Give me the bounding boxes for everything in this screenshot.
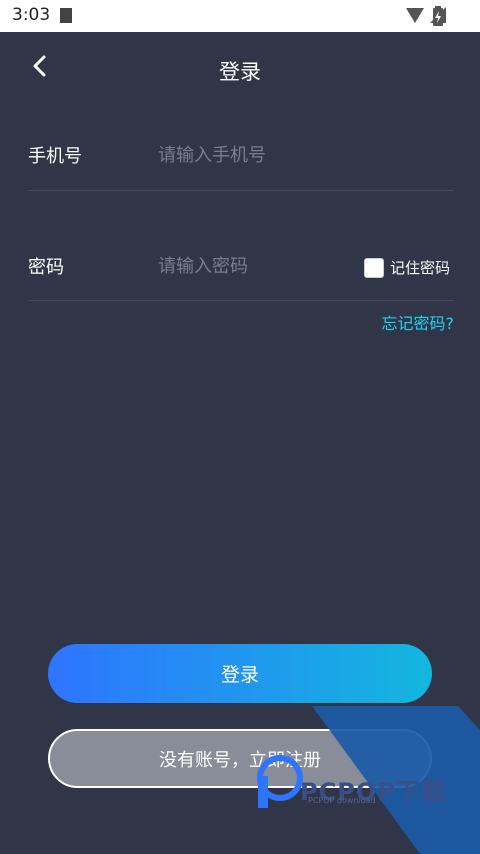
wifi-icon bbox=[406, 7, 424, 23]
remember-checkbox[interactable] bbox=[364, 257, 384, 278]
forgot-password-link[interactable]: 忘记密码? bbox=[382, 310, 455, 334]
register-button-label: 没有账号，立即注册 bbox=[159, 749, 321, 771]
login-button-label: 登录 bbox=[220, 664, 259, 686]
watermark-subtext: PCPOP download bbox=[308, 796, 376, 805]
phone-input[interactable] bbox=[158, 140, 358, 170]
password-label: 密码 bbox=[28, 257, 64, 278]
password-divider bbox=[28, 300, 454, 301]
phone-divider bbox=[28, 190, 454, 191]
status-time: 3:03 bbox=[12, 5, 51, 25]
phone-label: 手机号 bbox=[28, 146, 82, 167]
watermark-overlay bbox=[257, 706, 480, 854]
login-button[interactable]: 登录 bbox=[48, 644, 432, 703]
remember-label: 记住密码 bbox=[390, 259, 451, 277]
password-input[interactable] bbox=[158, 251, 348, 281]
page-title: 登录 bbox=[219, 60, 261, 84]
notification-icon bbox=[60, 8, 72, 23]
battery-icon bbox=[433, 6, 443, 26]
status-bar: 3:03 bbox=[0, 0, 480, 32]
remember-password[interactable]: 记住密码 bbox=[364, 257, 450, 278]
